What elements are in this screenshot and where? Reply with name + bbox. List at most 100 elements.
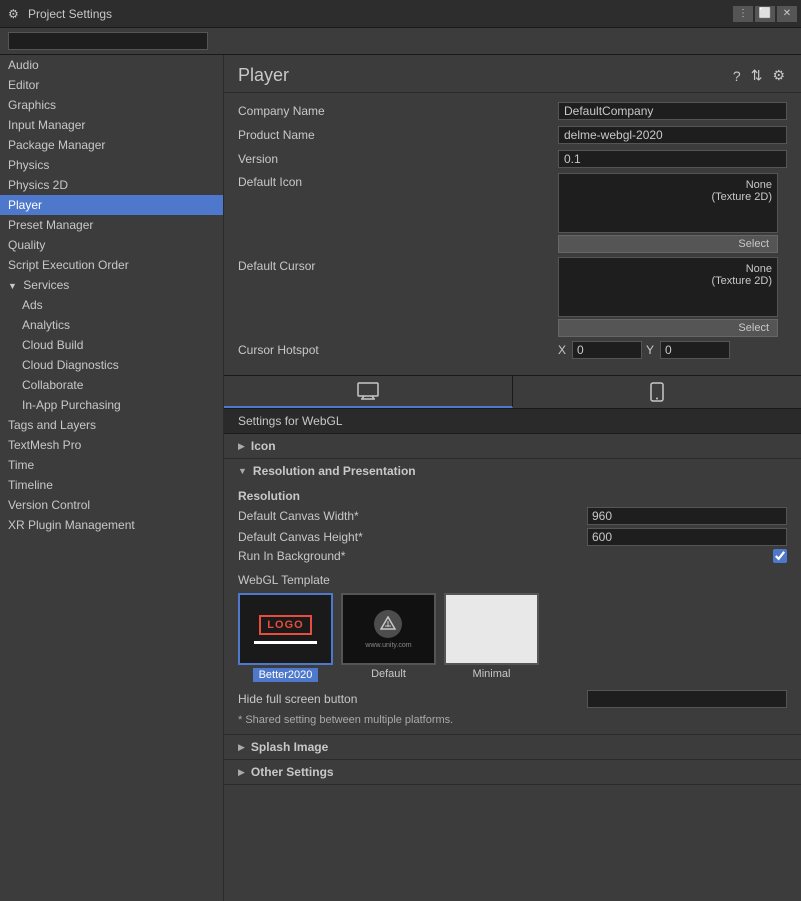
company-name-row: Company Name <box>238 101 787 121</box>
minimal-label: Minimal <box>473 668 511 680</box>
sidebar-item-textmesh-pro[interactable]: TextMesh Pro <box>0 435 223 455</box>
template-thumb-default: www.unity.com <box>341 593 436 665</box>
default-content: www.unity.com <box>365 610 411 649</box>
default-preview: www.unity.com <box>343 595 434 663</box>
icon-section-title: Icon <box>251 439 276 453</box>
sidebar-item-physics[interactable]: Physics <box>0 155 223 175</box>
default-label: Default <box>371 668 406 680</box>
sidebar-item-analytics[interactable]: Analytics <box>0 315 223 335</box>
product-name-input[interactable] <box>558 126 787 144</box>
sidebar: Audio Editor Graphics Input Manager Pack… <box>0 55 224 901</box>
page-title: Player <box>238 65 289 86</box>
run-in-background-label: Run In Background* <box>238 549 773 563</box>
window-title: Project Settings <box>28 7 112 21</box>
better2020-bar <box>254 641 318 644</box>
tab-mobile[interactable] <box>513 376 801 408</box>
template-item-default[interactable]: www.unity.com Default <box>341 593 436 682</box>
canvas-height-input[interactable] <box>587 528 787 546</box>
version-input[interactable] <box>558 150 787 168</box>
better2020-preview: LOGO <box>240 595 331 663</box>
services-label: Services <box>23 278 69 292</box>
more-options-button[interactable]: ⋮ <box>733 6 753 22</box>
tab-desktop[interactable] <box>224 376 513 408</box>
hide-fullscreen-row: Hide full screen button <box>238 690 787 708</box>
cursor-hotspot-label: Cursor Hotspot <box>238 343 558 357</box>
sidebar-item-in-app-purchasing[interactable]: In-App Purchasing <box>0 395 223 415</box>
cursor-hotspot-row: Cursor Hotspot X Y <box>238 341 787 359</box>
other-settings-header[interactable]: ▶ Other Settings <box>224 760 801 784</box>
other-settings-arrow: ▶ <box>238 767 245 778</box>
help-button[interactable]: ? <box>731 66 743 86</box>
sidebar-item-graphics[interactable]: Graphics <box>0 95 223 115</box>
sidebar-item-cloud-build[interactable]: Cloud Build <box>0 335 223 355</box>
product-name-label: Product Name <box>238 128 558 142</box>
sidebar-item-collaborate[interactable]: Collaborate <box>0 375 223 395</box>
canvas-width-input[interactable] <box>587 507 787 525</box>
run-in-background-checkbox[interactable] <box>773 549 787 563</box>
sidebar-item-tags-and-layers[interactable]: Tags and Layers <box>0 415 223 435</box>
default-icon-preview[interactable]: None(Texture 2D) <box>558 173 778 233</box>
default-url: www.unity.com <box>365 642 411 649</box>
splash-image-header[interactable]: ▶ Splash Image <box>224 735 801 759</box>
mobile-icon <box>650 382 664 402</box>
resolution-section-title: Resolution and Presentation <box>253 464 416 478</box>
main-layout: Audio Editor Graphics Input Manager Pack… <box>0 55 801 901</box>
template-item-minimal[interactable]: Minimal <box>444 593 539 682</box>
default-unity-icon <box>374 610 402 638</box>
sidebar-item-time[interactable]: Time <box>0 455 223 475</box>
resolution-title: Resolution <box>238 489 787 503</box>
default-cursor-select-button[interactable]: Select <box>558 319 778 337</box>
default-cursor-preview[interactable]: None(Texture 2D) <box>558 257 778 317</box>
sidebar-item-timeline[interactable]: Timeline <box>0 475 223 495</box>
default-icon-label: Default Icon <box>238 173 558 189</box>
layout-button[interactable]: ⇅ <box>749 65 765 86</box>
sidebar-item-ads[interactable]: Ads <box>0 295 223 315</box>
default-icon-select-button[interactable]: Select <box>558 235 778 253</box>
sidebar-item-version-control[interactable]: Version Control <box>0 495 223 515</box>
sidebar-item-quality[interactable]: Quality <box>0 235 223 255</box>
window-controls: ⋮ ⬜ ✕ <box>733 6 797 22</box>
sidebar-item-services[interactable]: ▼ Services <box>0 275 223 295</box>
hide-fullscreen-input[interactable] <box>587 690 787 708</box>
sidebar-item-audio[interactable]: Audio <box>0 55 223 75</box>
splash-image-section: ▶ Splash Image <box>224 735 801 760</box>
other-settings-title: Other Settings <box>251 765 334 779</box>
desktop-icon <box>357 382 379 400</box>
sidebar-item-package-manager[interactable]: Package Manager <box>0 135 223 155</box>
sidebar-item-cloud-diagnostics[interactable]: Cloud Diagnostics <box>0 355 223 375</box>
settings-icon: ⚙ <box>8 7 22 21</box>
company-name-input[interactable] <box>558 102 787 120</box>
unity-logo <box>380 616 396 632</box>
maximize-button[interactable]: ⬜ <box>755 6 775 22</box>
sidebar-item-script-execution-order[interactable]: Script Execution Order <box>0 255 223 275</box>
x-label: X <box>558 343 566 357</box>
default-cursor-label: Default Cursor <box>238 257 558 273</box>
template-item-better2020[interactable]: LOGO Better2020 <box>238 593 333 682</box>
other-settings-section: ▶ Other Settings <box>224 760 801 785</box>
canvas-width-label: Default Canvas Width* <box>238 509 587 523</box>
minimal-preview <box>446 595 537 663</box>
sidebar-item-preset-manager[interactable]: Preset Manager <box>0 215 223 235</box>
default-icon-row: Default Icon None(Texture 2D) Select <box>238 173 787 253</box>
cursor-hotspot-x-input[interactable] <box>572 341 642 359</box>
search-bar: 🔍 <box>0 28 801 55</box>
sidebar-item-physics-2d[interactable]: Physics 2D <box>0 175 223 195</box>
icon-section: ▶ Icon <box>224 434 801 459</box>
search-input[interactable] <box>8 32 208 50</box>
search-wrapper: 🔍 <box>8 32 208 50</box>
sidebar-item-input-manager[interactable]: Input Manager <box>0 115 223 135</box>
cursor-hotspot-fields: X Y <box>558 341 730 359</box>
default-icon-box: None(Texture 2D) Select <box>558 173 778 253</box>
resolution-section: ▼ Resolution and Presentation Resolution… <box>224 459 801 735</box>
template-thumb-better2020: LOGO <box>238 593 333 665</box>
icon-section-header[interactable]: ▶ Icon <box>224 434 801 458</box>
close-button[interactable]: ✕ <box>777 6 797 22</box>
resolution-section-header[interactable]: ▼ Resolution and Presentation <box>224 459 801 483</box>
services-arrow-icon: ▼ <box>8 281 17 291</box>
sidebar-item-player[interactable]: Player <box>0 195 223 215</box>
sidebar-item-editor[interactable]: Editor <box>0 75 223 95</box>
settings-for-label: Settings for WebGL <box>224 409 801 434</box>
sidebar-item-xr-plugin-management[interactable]: XR Plugin Management <box>0 515 223 535</box>
settings-gear-button[interactable]: ⚙ <box>770 65 787 86</box>
cursor-hotspot-y-input[interactable] <box>660 341 730 359</box>
